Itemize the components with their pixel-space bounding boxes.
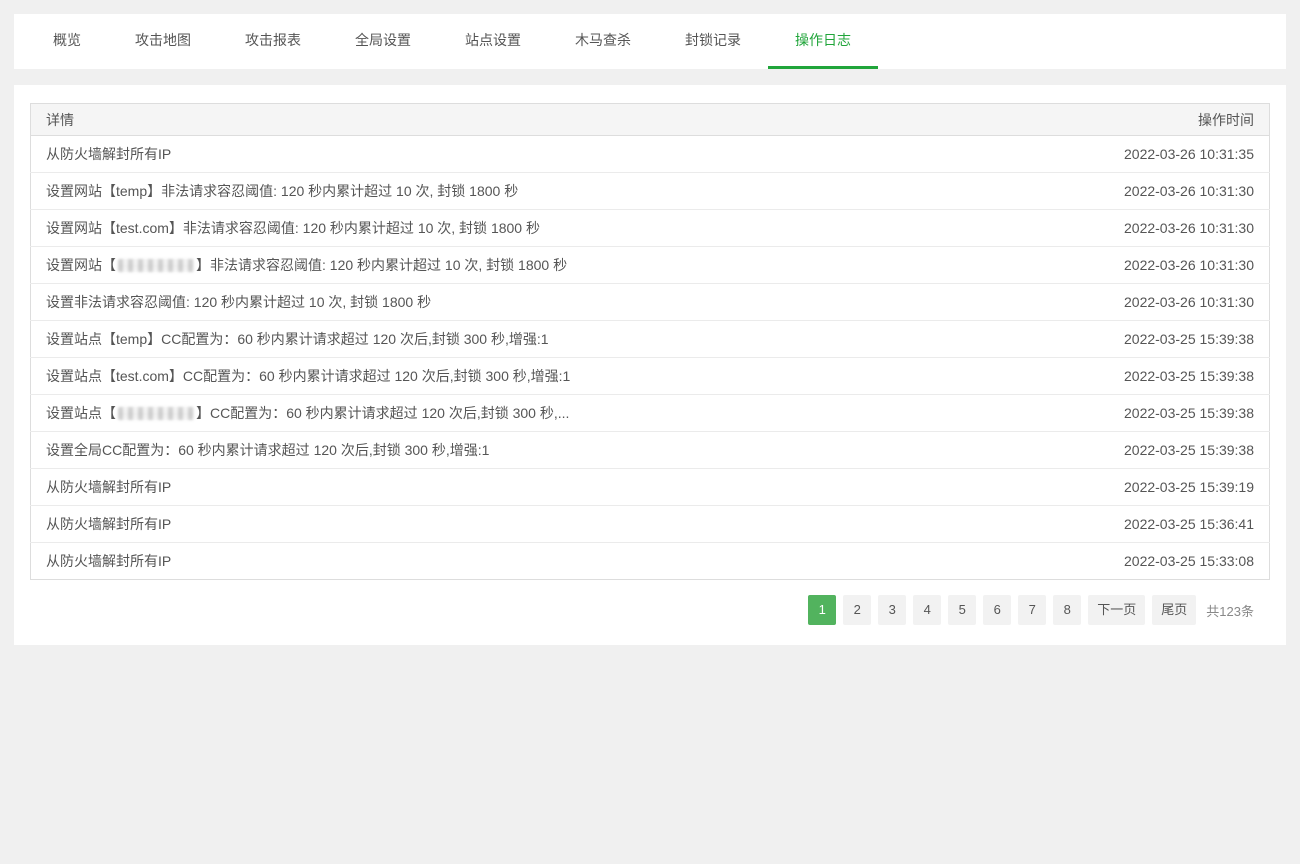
row-time: 2022-03-25 15:39:38 [992, 395, 1270, 432]
row-detail: 设置全局CC配置为：60 秒内累计请求超过 120 次后,封锁 300 秒,增强… [31, 432, 992, 469]
pagination: 12345678 下一页 尾页 共123条 [30, 595, 1270, 625]
tab-attack-map[interactable]: 攻击地图 [108, 14, 218, 69]
row-detail: 设置非法请求容忍阈值: 120 秒内累计超过 10 次, 封锁 1800 秒 [31, 284, 992, 321]
operation-log-card: 详情 操作时间 从防火墙解封所有IP2022-03-26 10:31:35设置网… [14, 85, 1286, 645]
page-number-buttons: 12345678 [801, 595, 1081, 625]
row-detail: 从防火墙解封所有IP [31, 506, 992, 543]
tab-trojan-scan[interactable]: 木马查杀 [548, 14, 658, 69]
row-detail: 设置站点【】CC配置为：60 秒内累计请求超过 120 次后,封锁 300 秒,… [31, 395, 992, 432]
table-row: 设置网站【】非法请求容忍阈值: 120 秒内累计超过 10 次, 封锁 1800… [31, 247, 1270, 284]
page-button-1[interactable]: 1 [808, 595, 836, 625]
row-detail: 从防火墙解封所有IP [31, 136, 992, 173]
table-row: 从防火墙解封所有IP2022-03-25 15:36:41 [31, 506, 1270, 543]
row-time: 2022-03-26 10:31:30 [992, 284, 1270, 321]
table-row: 从防火墙解封所有IP2022-03-25 15:33:08 [31, 543, 1270, 580]
tab-block-records[interactable]: 封锁记录 [658, 14, 768, 69]
table-row: 设置非法请求容忍阈值: 120 秒内累计超过 10 次, 封锁 1800 秒20… [31, 284, 1270, 321]
row-detail: 设置网站【temp】非法请求容忍阈值: 120 秒内累计超过 10 次, 封锁 … [31, 173, 992, 210]
page-button-5[interactable]: 5 [948, 595, 976, 625]
column-header-detail: 详情 [31, 104, 992, 136]
last-page-button[interactable]: 尾页 [1152, 595, 1196, 625]
top-navigation: 概览攻击地图攻击报表全局设置站点设置木马查杀封锁记录操作日志 [14, 14, 1286, 69]
page-button-3[interactable]: 3 [878, 595, 906, 625]
row-time: 2022-03-25 15:39:38 [992, 321, 1270, 358]
table-row: 设置站点【】CC配置为：60 秒内累计请求超过 120 次后,封锁 300 秒,… [31, 395, 1270, 432]
table-row: 从防火墙解封所有IP2022-03-25 15:39:19 [31, 469, 1270, 506]
row-time: 2022-03-25 15:39:19 [992, 469, 1270, 506]
row-time: 2022-03-25 15:36:41 [992, 506, 1270, 543]
row-detail: 设置站点【test.com】CC配置为：60 秒内累计请求超过 120 次后,封… [31, 358, 992, 395]
row-time: 2022-03-25 15:39:38 [992, 432, 1270, 469]
table-row: 设置站点【test.com】CC配置为：60 秒内累计请求超过 120 次后,封… [31, 358, 1270, 395]
tab-attack-report[interactable]: 攻击报表 [218, 14, 328, 69]
operation-log-table: 详情 操作时间 从防火墙解封所有IP2022-03-26 10:31:35设置网… [30, 103, 1270, 580]
row-time: 2022-03-26 10:31:30 [992, 173, 1270, 210]
table-row: 设置网站【test.com】非法请求容忍阈值: 120 秒内累计超过 10 次,… [31, 210, 1270, 247]
row-detail: 设置网站【test.com】非法请求容忍阈值: 120 秒内累计超过 10 次,… [31, 210, 992, 247]
column-header-time: 操作时间 [992, 104, 1270, 136]
table-row: 从防火墙解封所有IP2022-03-26 10:31:35 [31, 136, 1270, 173]
tab-overview[interactable]: 概览 [26, 14, 108, 69]
redacted-text [118, 259, 194, 272]
row-time: 2022-03-26 10:31:35 [992, 136, 1270, 173]
table-row: 设置网站【temp】非法请求容忍阈值: 120 秒内累计超过 10 次, 封锁 … [31, 173, 1270, 210]
table-row: 设置站点【temp】CC配置为：60 秒内累计请求超过 120 次后,封锁 30… [31, 321, 1270, 358]
total-count-label: 共123条 [1206, 601, 1254, 620]
page-button-4[interactable]: 4 [913, 595, 941, 625]
row-time: 2022-03-25 15:39:38 [992, 358, 1270, 395]
table-row: 设置全局CC配置为：60 秒内累计请求超过 120 次后,封锁 300 秒,增强… [31, 432, 1270, 469]
redacted-text [118, 407, 194, 420]
row-detail: 设置站点【temp】CC配置为：60 秒内累计请求超过 120 次后,封锁 30… [31, 321, 992, 358]
page-button-8[interactable]: 8 [1053, 595, 1081, 625]
tab-global-settings[interactable]: 全局设置 [328, 14, 438, 69]
page-button-2[interactable]: 2 [843, 595, 871, 625]
row-time: 2022-03-26 10:31:30 [992, 247, 1270, 284]
next-page-button[interactable]: 下一页 [1088, 595, 1145, 625]
row-detail: 设置网站【】非法请求容忍阈值: 120 秒内累计超过 10 次, 封锁 1800… [31, 247, 992, 284]
row-time: 2022-03-25 15:33:08 [992, 543, 1270, 580]
table-header-row: 详情 操作时间 [31, 104, 1270, 136]
page-button-6[interactable]: 6 [983, 595, 1011, 625]
row-detail: 从防火墙解封所有IP [31, 543, 992, 580]
row-time: 2022-03-26 10:31:30 [992, 210, 1270, 247]
row-detail: 从防火墙解封所有IP [31, 469, 992, 506]
tab-site-settings[interactable]: 站点设置 [438, 14, 548, 69]
page-button-7[interactable]: 7 [1018, 595, 1046, 625]
tab-operation-log[interactable]: 操作日志 [768, 14, 878, 69]
